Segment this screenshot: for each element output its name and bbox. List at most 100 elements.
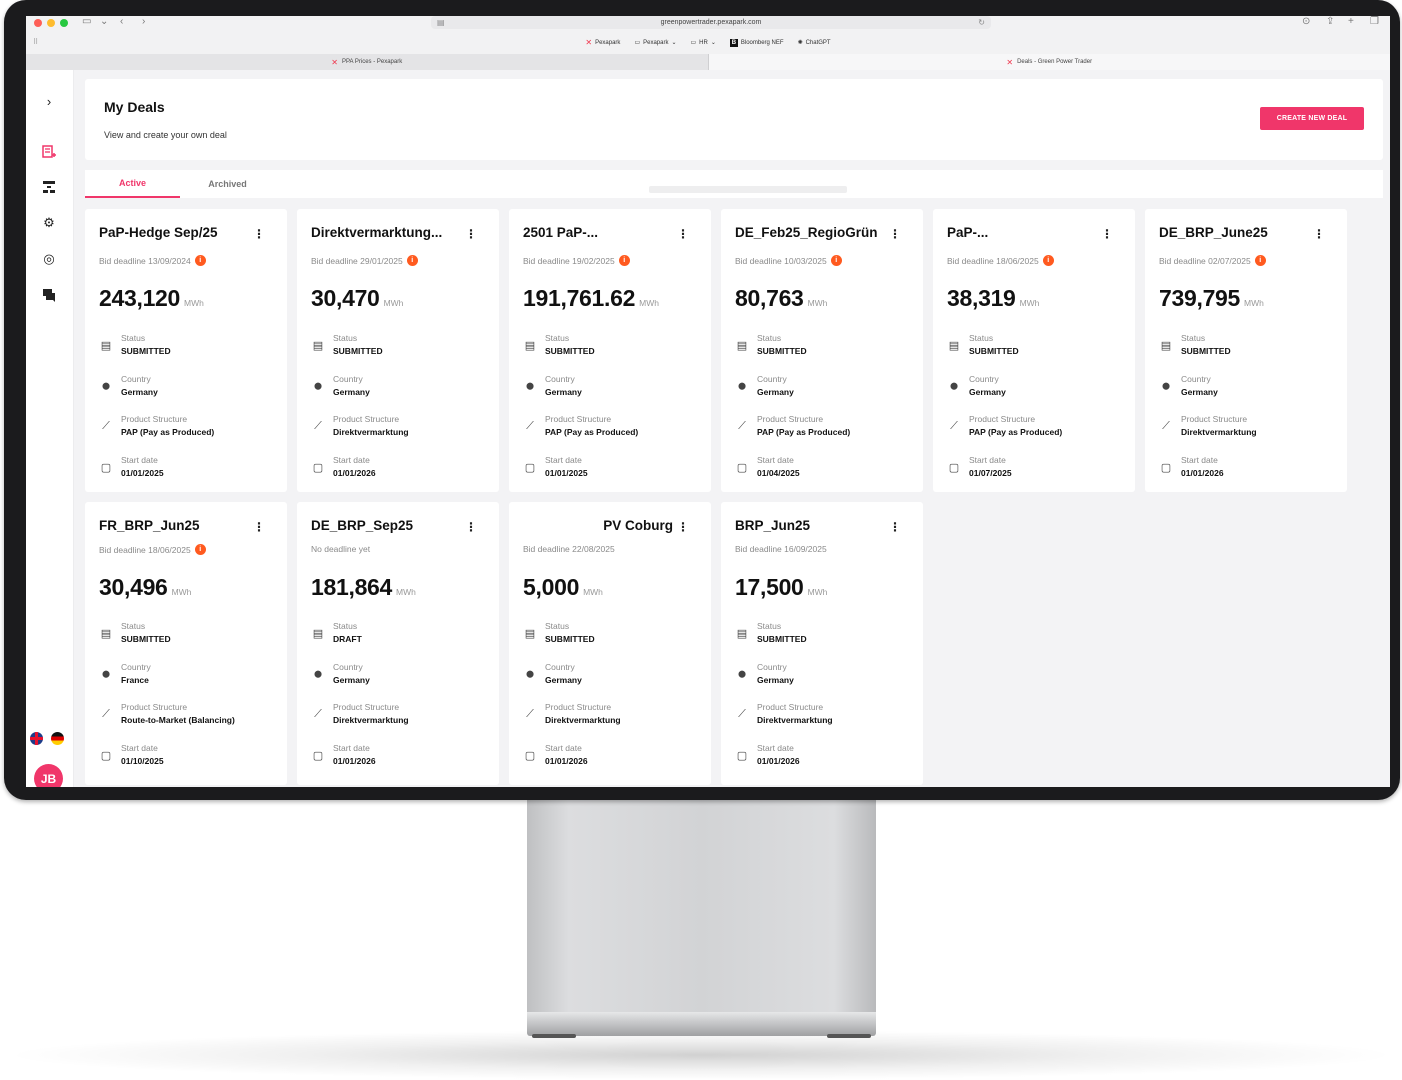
more-options-icon[interactable]: ⋮ <box>1101 228 1113 240</box>
deal-title[interactable]: PV Coburg <box>523 518 673 533</box>
bid-deadline: Bid deadline 02/07/2025 i <box>1159 255 1266 266</box>
status-icon: ▤ <box>736 339 748 352</box>
address-bar[interactable]: ▤ greenpowertrader.pexapark.com ↻ <box>431 16 991 29</box>
forward-icon[interactable]: › <box>142 16 145 28</box>
bookmarks-bar: ✕ Pexapark ▭ Pexapark ⌄ ▭ HR ⌄ B Bloomberg NEF… <box>26 37 1390 49</box>
info-icon[interactable]: i <box>194 544 206 555</box>
sidebar: › ⚙ ◎ JB <box>26 70 74 787</box>
maximize-window-button[interactable] <box>60 19 68 27</box>
deal-title[interactable]: PaP-... <box>947 225 1097 240</box>
info-icon[interactable]: i <box>406 255 418 266</box>
deal-title[interactable]: 2501 PaP-... <box>523 225 673 240</box>
deal-field-start-date: ▢ Start date 01/01/2025 <box>100 455 164 478</box>
more-options-icon[interactable]: ⋮ <box>677 228 689 240</box>
more-options-icon[interactable]: ⋮ <box>889 521 901 533</box>
more-options-icon[interactable]: ⋮ <box>1313 228 1325 240</box>
bid-deadline: Bid deadline 16/09/2025 <box>735 544 827 554</box>
bid-deadline: Bid deadline 18/06/2025 i <box>99 544 206 555</box>
status-icon: ▤ <box>524 339 536 352</box>
chat-icon[interactable] <box>40 286 58 304</box>
deal-field-start-date: ▢ Start date 01/01/2026 <box>1160 455 1224 478</box>
calendar-icon: ▢ <box>1160 461 1172 474</box>
deal-card[interactable]: PV Coburg ⋮ Bid deadline 22/08/2025 5,000 MW… <box>509 502 711 785</box>
download-icon[interactable]: ⊙ <box>1302 16 1310 28</box>
tab-active[interactable]: Active <box>85 170 180 198</box>
main-content: My Deals View and create your own deal C… <box>74 70 1390 787</box>
minimize-window-button[interactable] <box>47 19 55 27</box>
share-icon[interactable]: ⇪ <box>1326 16 1334 28</box>
deal-title[interactable]: FR_BRP_Jun25 <box>99 518 249 533</box>
deal-title[interactable]: Direktvermarktung... <box>311 225 461 240</box>
german-flag-icon[interactable] <box>51 732 64 745</box>
deal-title[interactable]: DE_BRP_June25 <box>1159 225 1309 240</box>
sidebar-toggle-icon[interactable]: ▭ <box>82 16 91 28</box>
uk-flag-icon[interactable] <box>30 732 43 745</box>
create-new-deal-button[interactable]: CREATE NEW DEAL <box>1260 107 1364 130</box>
support-icon[interactable]: ◎ <box>40 250 58 268</box>
deal-field-status: ▤ Status SUBMITTED <box>524 621 595 644</box>
bookmark-chatgpt[interactable]: ✺ ChatGPT <box>798 37 831 49</box>
close-window-button[interactable] <box>34 19 42 27</box>
expand-sidebar-icon[interactable]: › <box>40 92 58 110</box>
avatar[interactable]: JB <box>34 764 63 787</box>
deal-card[interactable]: PaP-... ⋮ Bid deadline 18/06/2025 i 38,319 MW… <box>933 209 1135 492</box>
deal-title[interactable]: PaP-Hedge Sep/25 <box>99 225 249 240</box>
bookmark-pexapark[interactable]: ✕ Pexapark <box>585 37 620 49</box>
chart-line-icon: ⟋ <box>314 419 322 432</box>
window-controls <box>34 19 68 27</box>
deal-field-status: ▤ Status DRAFT <box>312 621 362 644</box>
location-pin-icon: ⬤ <box>738 671 746 678</box>
deal-field-product-structure: ⟋ Product Structure PAP (Pay as Produced… <box>523 414 703 444</box>
tab-scrollbar[interactable] <box>649 186 847 193</box>
info-icon[interactable]: i <box>618 255 630 266</box>
chevron-down-icon: ⌄ <box>671 40 677 46</box>
page-menu-icon[interactable]: ▤ <box>437 16 445 29</box>
browser-tab-ppa-prices[interactable]: ✕ PPA Prices - Pexapark <box>26 54 709 70</box>
reload-icon[interactable]: ↻ <box>978 16 985 29</box>
info-icon[interactable]: i <box>194 255 206 266</box>
deals-nav-icon[interactable] <box>40 143 58 161</box>
deal-card[interactable]: DE_BRP_Sep25 ⋮ No deadline yet 181,864 MWh ▤… <box>297 502 499 785</box>
chevron-down-icon[interactable]: ⌄ <box>100 16 108 28</box>
deal-title[interactable]: DE_Feb25_RegioGrün <box>735 225 885 240</box>
deal-card[interactable]: PaP-Hedge Sep/25 ⋮ Bid deadline 13/09/2024… <box>85 209 287 492</box>
bookmark-pexapark-folder[interactable]: ▭ Pexapark ⌄ <box>634 37 676 49</box>
browser-tab-deals[interactable]: ✕ Deals - Green Power Trader <box>708 54 1390 70</box>
info-icon[interactable]: i <box>830 255 842 266</box>
tab-archived[interactable]: Archived <box>180 170 275 198</box>
deal-title[interactable]: BRP_Jun25 <box>735 518 885 533</box>
calendar-icon: ▢ <box>948 461 960 474</box>
deal-card[interactable]: DE_BRP_June25 ⋮ Bid deadline 02/07/2025 i 73… <box>1145 209 1347 492</box>
back-icon[interactable]: ‹ <box>120 16 123 28</box>
bookmark-bloomberg[interactable]: B Bloomberg NEF <box>729 37 784 49</box>
deal-card[interactable]: 2501 PaP-... ⋮ Bid deadline 19/02/2025 i 191… <box>509 209 711 492</box>
tab-overview-icon[interactable]: ❐ <box>1370 16 1379 28</box>
deal-title[interactable]: DE_BRP_Sep25 <box>311 518 461 533</box>
deal-card[interactable]: Direktvermarktung... ⋮ Bid deadline 29/01/… <box>297 209 499 492</box>
gear-icon[interactable]: ⚙ <box>40 214 58 232</box>
deal-card[interactable]: DE_Feb25_RegioGrün ⋮ Bid deadline 10/03/20… <box>721 209 923 492</box>
page-subtitle: View and create your own deal <box>104 130 227 140</box>
info-icon[interactable]: i <box>1254 255 1266 266</box>
deal-field-status: ▤ Status SUBMITTED <box>524 333 595 356</box>
chevron-down-icon: ⌄ <box>710 40 716 46</box>
status-icon: ▤ <box>736 627 748 640</box>
more-options-icon[interactable]: ⋮ <box>677 521 689 533</box>
more-options-icon[interactable]: ⋮ <box>253 228 265 240</box>
deal-field-country: ⬤ Country Germany <box>1159 374 1339 404</box>
status-icon: ▤ <box>524 627 536 640</box>
new-tab-icon[interactable]: + <box>1348 16 1354 28</box>
status-icon: ▤ <box>100 627 112 640</box>
deal-card[interactable]: BRP_Jun25 ⋮ Bid deadline 16/09/2025 17,500 M… <box>721 502 923 785</box>
status-icon: ▤ <box>100 339 112 352</box>
info-icon[interactable]: i <box>1042 255 1054 266</box>
more-options-icon[interactable]: ⋮ <box>465 228 477 240</box>
more-options-icon[interactable]: ⋮ <box>465 521 477 533</box>
deal-volume: 30,470 MWh <box>311 285 404 311</box>
bookmark-hr-folder[interactable]: ▭ HR ⌄ <box>691 37 716 49</box>
more-options-icon[interactable]: ⋮ <box>253 521 265 533</box>
deal-card[interactable]: FR_BRP_Jun25 ⋮ Bid deadline 18/06/2025 i 30,… <box>85 502 287 785</box>
hierarchy-nav-icon[interactable] <box>40 178 58 196</box>
more-options-icon[interactable]: ⋮ <box>889 228 901 240</box>
chart-line-icon: ⟋ <box>1162 419 1170 432</box>
